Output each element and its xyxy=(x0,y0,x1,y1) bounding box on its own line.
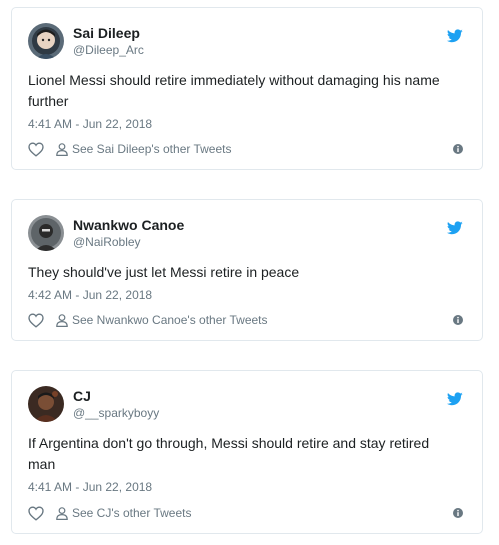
info-icon[interactable] xyxy=(453,144,463,154)
tweet-header: CJ @__sparkyboyy xyxy=(28,386,159,422)
heart-icon[interactable] xyxy=(28,141,44,157)
avatar[interactable] xyxy=(28,23,64,59)
tweet-header: Nwankwo Canoe @NaiRobley xyxy=(28,215,184,251)
tweet-actions: See Nwankwo Canoe's other Tweets xyxy=(28,311,463,329)
twitter-bird-icon[interactable] xyxy=(447,392,463,406)
tweet-text: They should've just let Messi retire in … xyxy=(28,264,300,280)
tweet-card: Nwankwo Canoe @NaiRobley They should've … xyxy=(11,199,483,341)
tweet-timestamp[interactable]: 4:42 AM - Jun 22, 2018 xyxy=(28,287,152,303)
user-handle[interactable]: @NaiRobley xyxy=(73,234,184,250)
see-other-tweets-link[interactable]: See Nwankwo Canoe's other Tweets xyxy=(56,313,268,327)
see-other-tweets-link[interactable]: See CJ's other Tweets xyxy=(56,506,191,520)
user-handle[interactable]: @__sparkyboyy xyxy=(73,405,159,421)
tweet-text: If Argentina don't go through, Messi sho… xyxy=(28,435,430,472)
person-icon xyxy=(56,142,68,156)
info-icon[interactable] xyxy=(453,508,463,518)
avatar[interactable] xyxy=(28,386,64,422)
see-other-tweets-label: See Sai Dileep's other Tweets xyxy=(72,142,232,156)
person-icon xyxy=(56,313,68,327)
info-icon[interactable] xyxy=(453,315,463,325)
display-name[interactable]: CJ xyxy=(73,388,159,405)
twitter-bird-icon[interactable] xyxy=(447,29,463,43)
see-other-tweets-label: See Nwankwo Canoe's other Tweets xyxy=(72,313,268,327)
tweet-text: Lionel Messi should retire immediately w… xyxy=(28,72,440,109)
display-name[interactable]: Nwankwo Canoe xyxy=(73,217,184,234)
user-handle[interactable]: @Dileep_Arc xyxy=(73,42,144,58)
tweet-card: Sai Dileep @Dileep_Arc Lionel Messi shou… xyxy=(11,7,483,170)
see-other-tweets-label: See CJ's other Tweets xyxy=(72,506,192,520)
tweet-actions: See CJ's other Tweets xyxy=(28,504,463,522)
heart-icon[interactable] xyxy=(28,312,44,328)
avatar[interactable] xyxy=(28,215,64,251)
tweet-actions: See Sai Dileep's other Tweets xyxy=(28,140,463,158)
tweet-header: Sai Dileep @Dileep_Arc xyxy=(28,23,144,59)
tweet-timestamp[interactable]: 4:41 AM - Jun 22, 2018 xyxy=(28,479,152,495)
display-name[interactable]: Sai Dileep xyxy=(73,25,144,42)
twitter-bird-icon[interactable] xyxy=(447,221,463,235)
tweet-timestamp[interactable]: 4:41 AM - Jun 22, 2018 xyxy=(28,116,152,132)
heart-icon[interactable] xyxy=(28,505,44,521)
person-icon xyxy=(56,506,68,520)
see-other-tweets-link[interactable]: See Sai Dileep's other Tweets xyxy=(56,142,232,156)
tweet-card: CJ @__sparkyboyy If Argentina don't go t… xyxy=(11,370,483,534)
